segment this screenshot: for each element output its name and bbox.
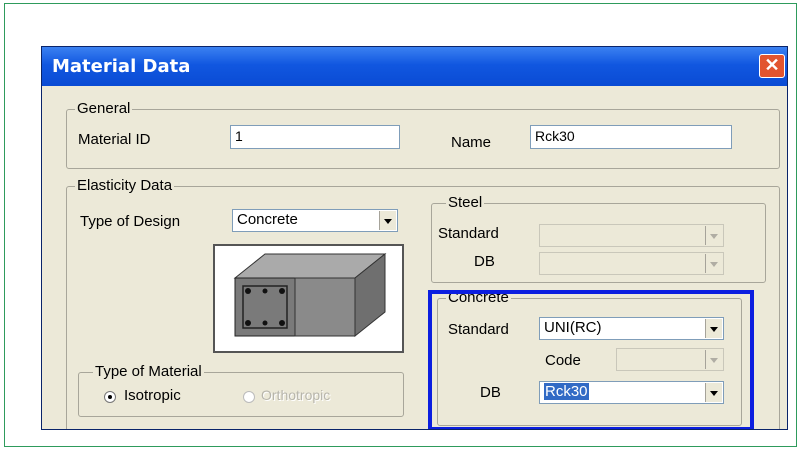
type-of-design-value: Concrete xyxy=(237,211,298,228)
steel-db-label: DB xyxy=(474,253,495,270)
type-of-design-select[interactable]: Concrete xyxy=(232,209,398,232)
material-data-dialog: Material Data ✕ General Material ID 1 Na… xyxy=(41,46,788,430)
material-id-label: Material ID xyxy=(78,131,151,148)
concrete-beam-section-icon xyxy=(213,244,404,353)
isotropic-label[interactable]: Isotropic xyxy=(124,387,181,404)
name-label: Name xyxy=(451,134,492,151)
concrete-highlight-box xyxy=(428,290,754,429)
beam-section-drawing xyxy=(233,252,387,338)
close-icon: ✕ xyxy=(764,55,780,75)
chevron-down-icon[interactable] xyxy=(379,211,396,230)
name-field[interactable]: Rck30 xyxy=(530,125,732,149)
chevron-down-icon[interactable] xyxy=(705,226,722,245)
orthotropic-label[interactable]: Orthotropic xyxy=(261,387,330,403)
steel-standard-select[interactable] xyxy=(539,224,724,247)
type-of-material-label: Type of Material xyxy=(93,363,204,380)
general-group-label: General xyxy=(75,100,133,117)
isotropic-radio[interactable] xyxy=(104,391,116,403)
steel-group-label: Steel xyxy=(446,194,485,211)
chevron-down-icon[interactable] xyxy=(705,254,722,273)
steel-db-select[interactable] xyxy=(539,252,724,275)
steel-standard-label: Standard xyxy=(438,225,499,242)
material-id-field[interactable]: 1 xyxy=(230,125,400,149)
elasticity-data-label: Elasticity Data xyxy=(75,177,175,194)
orthotropic-radio[interactable] xyxy=(243,391,255,403)
dialog-title: Material Data xyxy=(52,56,191,77)
type-of-design-label: Type of Design xyxy=(80,213,181,230)
close-button[interactable]: ✕ xyxy=(759,54,785,78)
title-bar[interactable]: Material Data ✕ xyxy=(42,47,787,86)
